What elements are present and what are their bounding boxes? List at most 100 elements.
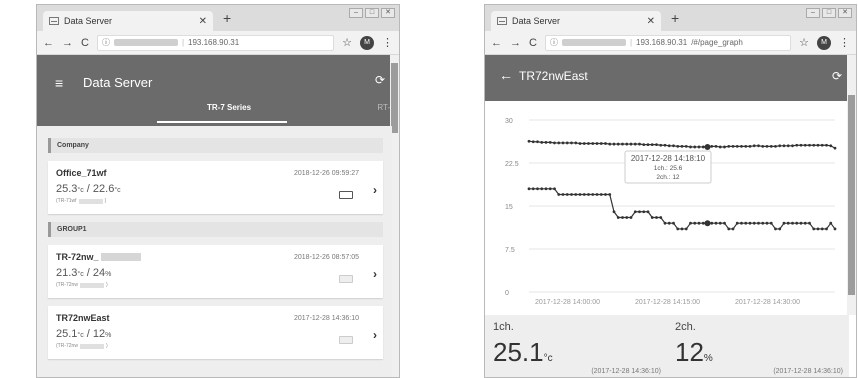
tooltip-line: 1ch.: 25.6 bbox=[654, 165, 683, 172]
data-point bbox=[608, 142, 612, 146]
close-window-icon[interactable]: ✕ bbox=[381, 8, 395, 18]
close-tab-icon[interactable]: ✕ bbox=[647, 16, 655, 27]
new-tab-icon[interactable]: + bbox=[223, 10, 231, 26]
browser-menu-icon[interactable]: ⋮ bbox=[839, 36, 850, 49]
browser-tab[interactable]: Data Server ✕ bbox=[491, 11, 661, 31]
favicon-icon bbox=[49, 17, 59, 25]
data-point bbox=[778, 144, 782, 148]
data-point bbox=[740, 144, 743, 148]
data-point bbox=[710, 144, 714, 148]
back-icon[interactable]: ← bbox=[491, 37, 502, 49]
back-icon[interactable]: ← bbox=[43, 37, 54, 49]
reload-icon[interactable]: C bbox=[81, 37, 89, 49]
scrollbar-thumb[interactable] bbox=[391, 63, 398, 133]
data-point bbox=[650, 216, 654, 219]
tab-bar: Data Server ✕ + – □ ✕ bbox=[37, 5, 399, 31]
data-point bbox=[812, 143, 816, 147]
data-point bbox=[544, 140, 548, 144]
data-point bbox=[829, 144, 833, 148]
reading-1ch: 1ch. 25.1°c (2017-12-28 14:36:10) bbox=[485, 315, 667, 377]
profile-avatar-icon[interactable]: M bbox=[817, 35, 831, 50]
reading-value-1: 21.3 bbox=[56, 267, 78, 279]
data-point bbox=[748, 144, 752, 148]
data-point bbox=[608, 193, 612, 196]
data-point bbox=[808, 221, 811, 225]
info-icon: ⓘ bbox=[101, 38, 110, 47]
data-point bbox=[727, 227, 731, 231]
data-point bbox=[659, 216, 663, 219]
profile-avatar-icon[interactable]: M bbox=[360, 35, 374, 50]
data-point bbox=[616, 142, 620, 146]
data-point bbox=[680, 144, 684, 148]
data-point bbox=[757, 144, 760, 148]
y-tick-label: 0 bbox=[505, 290, 509, 297]
maximize-icon[interactable]: □ bbox=[822, 8, 836, 18]
data-point bbox=[612, 210, 616, 214]
redacted-serial bbox=[79, 343, 104, 349]
refresh-icon[interactable]: ⟳ bbox=[375, 73, 385, 87]
reading-value-2: 22.6 bbox=[92, 183, 115, 195]
right-browser-window: Data Server ✕ + – □ ✕ ← → C ⓘ | 193.168.… bbox=[484, 4, 857, 378]
close-tab-icon[interactable]: ✕ bbox=[199, 16, 207, 27]
close-window-icon[interactable]: ✕ bbox=[838, 8, 852, 18]
chevron-right-icon[interactable]: › bbox=[373, 267, 377, 281]
refresh-icon[interactable]: ⟳ bbox=[832, 69, 842, 83]
url-field[interactable]: ⓘ | 193.168.90.31/#/page_graph bbox=[544, 34, 792, 51]
minimize-icon[interactable]: – bbox=[806, 8, 820, 18]
data-point bbox=[795, 221, 799, 225]
device-reading: 25.1°c / 12% bbox=[56, 328, 375, 340]
window-controls: – □ ✕ bbox=[349, 8, 395, 18]
data-point bbox=[557, 193, 561, 196]
data-point bbox=[723, 145, 726, 149]
data-point bbox=[735, 144, 739, 148]
url-host: 193.168.90.31 bbox=[188, 38, 240, 47]
maximize-icon[interactable]: □ bbox=[365, 8, 379, 18]
back-arrow-icon[interactable]: ← bbox=[499, 67, 513, 83]
window-controls: – □ ✕ bbox=[806, 8, 852, 18]
bookmark-star-icon[interactable]: ☆ bbox=[799, 36, 809, 49]
browser-tab[interactable]: Data Server ✕ bbox=[43, 11, 213, 31]
chevron-right-icon[interactable]: › bbox=[373, 183, 377, 197]
data-point bbox=[680, 227, 684, 231]
data-point bbox=[531, 187, 535, 191]
bookmark-star-icon[interactable]: ☆ bbox=[342, 36, 352, 49]
minimize-icon[interactable]: – bbox=[349, 8, 363, 18]
forward-icon[interactable]: → bbox=[62, 37, 73, 49]
channel-value-number: 25.1 bbox=[493, 337, 544, 367]
data-point bbox=[833, 227, 837, 231]
address-bar: ← → C ⓘ | 193.168.90.31 ☆ M ⋮ bbox=[37, 31, 399, 55]
device-timestamp: 2018-12-26 08:57:05 bbox=[294, 254, 359, 261]
channel-unit: °c bbox=[543, 353, 553, 364]
device-model-text: (TR-71wf bbox=[56, 198, 77, 204]
reading-unit-2: % bbox=[105, 271, 112, 278]
reading-separator: / bbox=[83, 183, 93, 195]
data-point bbox=[553, 187, 556, 191]
data-point bbox=[672, 144, 675, 148]
data-point bbox=[829, 221, 833, 225]
reload-icon[interactable]: C bbox=[529, 37, 537, 49]
tab-tr7-series[interactable]: TR-7 Series bbox=[207, 103, 251, 112]
url-field[interactable]: ⓘ | 193.168.90.31 bbox=[96, 34, 335, 51]
data-point bbox=[642, 210, 646, 214]
channel-timestamp: (2017-12-28 14:36:10) bbox=[773, 368, 843, 375]
data-point bbox=[825, 143, 828, 147]
device-card-tr-72nw[interactable]: TR-72nw_ 21.3°c / 24% (TR-72nw) 2018-12-… bbox=[48, 245, 383, 298]
chevron-right-icon[interactable]: › bbox=[373, 328, 377, 342]
new-tab-icon[interactable]: + bbox=[671, 10, 679, 26]
device-name: TR-72nw_ bbox=[56, 252, 99, 262]
data-point bbox=[808, 143, 811, 147]
hamburger-menu-icon[interactable]: ≡ bbox=[55, 75, 63, 91]
current-readings: 1ch. 25.1°c (2017-12-28 14:36:10) 2ch. 1… bbox=[485, 315, 849, 377]
redacted-label bbox=[561, 39, 626, 46]
scrollbar-thumb[interactable] bbox=[848, 95, 855, 295]
device-card-office-71wf[interactable]: Office_71wf 25.3°c / 22.6°c (TR-71wf) 20… bbox=[48, 161, 383, 214]
data-point bbox=[629, 216, 633, 219]
data-point bbox=[731, 144, 735, 148]
device-card-tr72nweast[interactable]: TR72nwEast 25.1°c / 12% (TR-72nw) 2017-1… bbox=[48, 306, 383, 359]
data-point bbox=[782, 144, 786, 148]
browser-menu-icon[interactable]: ⋮ bbox=[382, 36, 393, 49]
forward-icon[interactable]: → bbox=[510, 37, 521, 49]
data-point bbox=[625, 142, 629, 146]
data-point bbox=[723, 221, 726, 225]
data-point bbox=[591, 142, 595, 145]
